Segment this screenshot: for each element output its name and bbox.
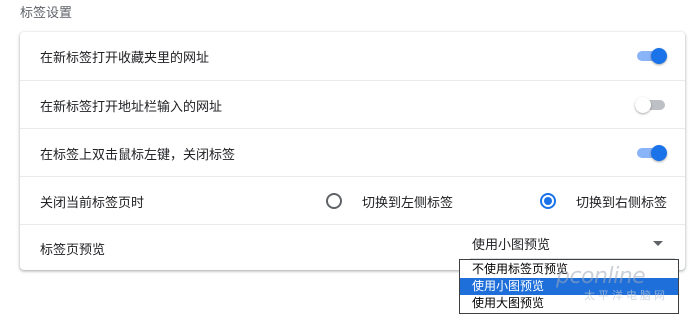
- setting-label: 关闭当前标签页时: [40, 196, 145, 211]
- radio-switch-right-label[interactable]: 切换到右侧标签: [576, 192, 667, 211]
- setting-row-addressbar-new-tab[interactable]: 在新标签打开地址栏输入的网址: [20, 80, 685, 128]
- setting-row-close-tab-behavior: 关闭当前标签页时 切换到左侧标签 切换到右侧标签: [20, 176, 685, 224]
- setting-label: 在新标签打开地址栏输入的网址: [40, 100, 223, 115]
- setting-label: 在新标签打开收藏夹里的网址: [40, 51, 210, 66]
- tab-preview-dropdown: 不使用标签页预览 使用小图预览 使用大图预览: [459, 259, 679, 314]
- setting-label: 在标签上双击鼠标左键，关闭标签: [40, 148, 236, 163]
- setting-row-doubleclick-close[interactable]: 在标签上双击鼠标左键，关闭标签: [20, 128, 685, 176]
- dropdown-option-no-preview[interactable]: 不使用标签页预览: [460, 261, 678, 278]
- tab-preview-select[interactable]: 使用小图预览: [470, 225, 675, 261]
- toggle-knob: [651, 145, 667, 161]
- toggle-knob: [635, 97, 651, 113]
- settings-page: 标签设置 在新标签打开收藏夹里的网址 在新标签打开地址栏输入的网址 在标签上双击…: [0, 0, 700, 323]
- dropdown-option-large-preview[interactable]: 使用大图预览: [460, 295, 678, 312]
- toggle-knob: [651, 48, 667, 64]
- select-value: 使用小图预览: [472, 238, 551, 253]
- section-title: 标签设置: [20, 6, 73, 21]
- favorites-new-tab-toggle[interactable]: [635, 48, 667, 64]
- chevron-down-icon: [653, 241, 663, 246]
- radio-switch-left-label[interactable]: 切换到左侧标签: [362, 192, 453, 211]
- doubleclick-close-toggle[interactable]: [635, 145, 667, 161]
- settings-card: 在新标签打开收藏夹里的网址 在新标签打开地址栏输入的网址 在标签上双击鼠标左键，…: [20, 32, 685, 270]
- radio-switch-left[interactable]: [326, 193, 342, 209]
- setting-row-favorites-new-tab[interactable]: 在新标签打开收藏夹里的网址: [20, 32, 685, 80]
- radio-dot: [544, 197, 552, 205]
- radio-switch-right[interactable]: [540, 193, 556, 209]
- dropdown-option-small-preview[interactable]: 使用小图预览: [460, 278, 678, 295]
- addressbar-new-tab-toggle[interactable]: [635, 97, 667, 113]
- setting-label: 标签页预览: [40, 243, 106, 258]
